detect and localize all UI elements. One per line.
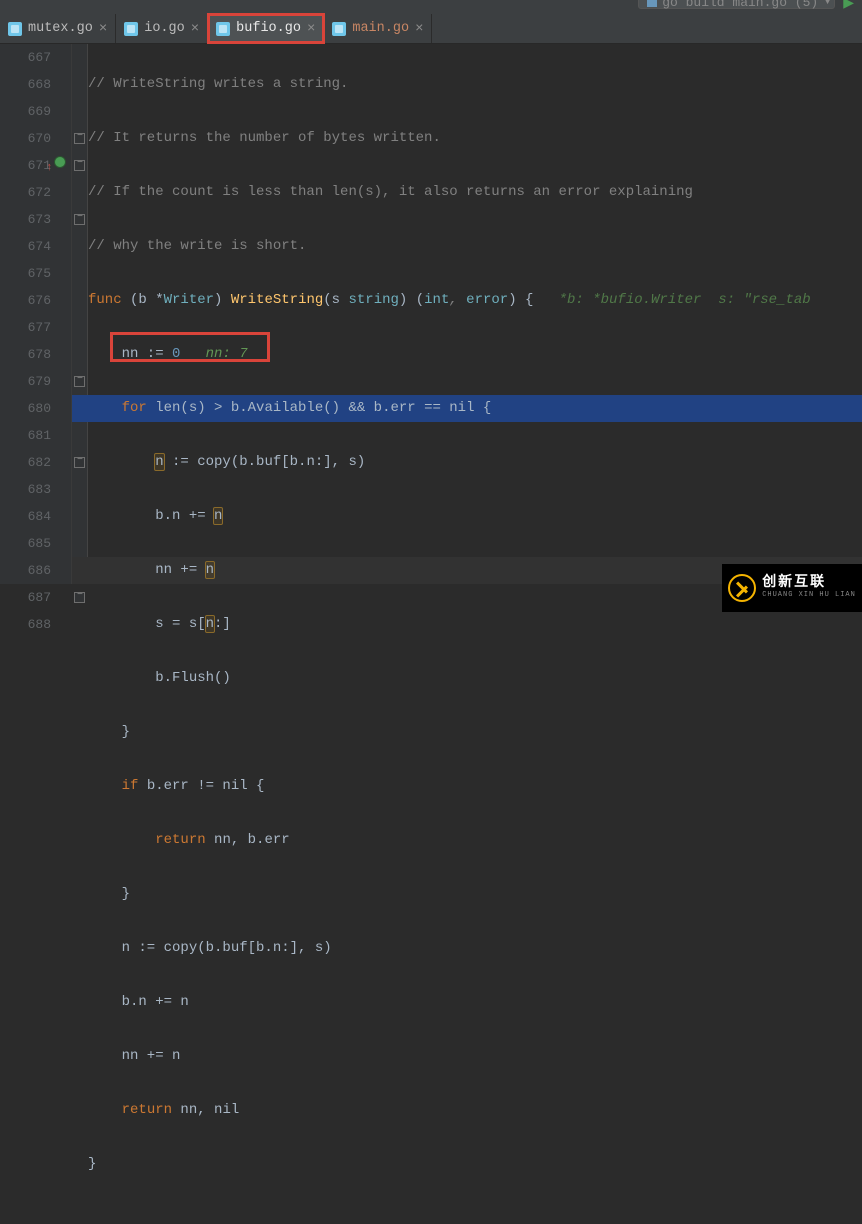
- code-line-highlighted: for len(s) > b.Available() && b.err == n…: [72, 395, 862, 422]
- code-line: }: [88, 719, 862, 746]
- code-line: // If the count is less than len(s), it …: [88, 179, 862, 206]
- code-area[interactable]: // WriteString writes a string. // It re…: [72, 44, 862, 584]
- go-file-icon: [124, 22, 138, 36]
- editor-tabs: mutex.go × io.go × bufio.go × main.go ×: [0, 14, 862, 44]
- line-number: 687: [0, 584, 51, 611]
- code-line: // why the write is short.: [88, 233, 862, 260]
- line-number-gutter: 667 668 669 670 671 ↑ 672 673 674 675 67…: [0, 44, 72, 584]
- breakpoint-icon[interactable]: ↑: [36, 156, 54, 174]
- tab-io[interactable]: io.go ×: [116, 14, 208, 43]
- code-line: [88, 1205, 862, 1224]
- go-file-icon: [8, 22, 22, 36]
- code-line: n := copy(b.buf[b.n:], s): [88, 935, 862, 962]
- line-number: 679: [0, 368, 51, 395]
- code-line: nn += n: [88, 1043, 862, 1070]
- line-number: 684: [0, 503, 51, 530]
- go-file-icon: [332, 22, 346, 36]
- tab-main[interactable]: main.go ×: [324, 14, 432, 43]
- line-number: 670: [0, 125, 51, 152]
- close-icon[interactable]: ×: [191, 21, 199, 37]
- code-editor[interactable]: 667 668 669 670 671 ↑ 672 673 674 675 67…: [0, 44, 862, 584]
- watermark-logo-icon: [728, 574, 756, 602]
- code-line: // WriteString writes a string.: [88, 71, 862, 98]
- line-number: 672: [0, 179, 51, 206]
- code-line: if b.err != nil {: [88, 773, 862, 800]
- code-line: n := copy(b.buf[b.n:], s): [88, 449, 862, 476]
- close-icon[interactable]: ×: [307, 21, 315, 37]
- chevron-down-icon: ▼: [825, 0, 830, 7]
- line-number: 676: [0, 287, 51, 314]
- tab-label: main.go: [352, 21, 409, 36]
- code-line: func (b *Writer) WriteString(s string) (…: [88, 287, 862, 314]
- tab-label: mutex.go: [28, 21, 93, 36]
- line-number: 686: [0, 557, 51, 584]
- line-number: 683: [0, 476, 51, 503]
- build-config-label: go build main.go (5): [662, 0, 818, 10]
- line-number: 682: [0, 449, 51, 476]
- line-number: 668: [0, 71, 51, 98]
- tab-mutex[interactable]: mutex.go ×: [0, 14, 116, 43]
- close-icon[interactable]: ×: [99, 21, 107, 37]
- line-number: 674: [0, 233, 51, 260]
- code-line: b.Flush(): [88, 665, 862, 692]
- close-icon[interactable]: ×: [415, 21, 423, 37]
- line-number: 685: [0, 530, 51, 557]
- code-line: }: [88, 1151, 862, 1178]
- line-number: 681: [0, 422, 51, 449]
- line-number: 675: [0, 260, 51, 287]
- line-number: 688: [0, 611, 51, 638]
- watermark-text-cn: 创新互联: [762, 576, 856, 591]
- tab-label: bufio.go: [236, 21, 301, 36]
- code-line: s = s[n:]: [88, 611, 862, 638]
- code-line: }: [88, 881, 862, 908]
- code-line: return nn, nil: [88, 1097, 862, 1124]
- code-line: b.n += n: [88, 989, 862, 1016]
- line-number: 677: [0, 314, 51, 341]
- line-number: 678: [0, 341, 51, 368]
- code-line: // It returns the number of bytes writte…: [88, 125, 862, 152]
- code-line: nn := 0 nn: 7: [88, 341, 862, 368]
- code-line: return nn, b.err: [88, 827, 862, 854]
- watermark: 创新互联 CHUANG XIN HU LIAN: [722, 564, 862, 612]
- line-number: 671 ↑: [0, 152, 51, 179]
- line-number: 667: [0, 44, 51, 71]
- build-config-dropdown[interactable]: go build main.go (5) ▼: [638, 0, 835, 9]
- go-file-icon: [647, 0, 657, 7]
- top-toolbar: go build main.go (5) ▼ ▶: [0, 0, 862, 14]
- line-number: 669: [0, 98, 51, 125]
- line-number: 680: [0, 395, 51, 422]
- code-line: b.n += n: [88, 503, 862, 530]
- tab-label: io.go: [144, 21, 185, 36]
- play-icon[interactable]: ▶: [843, 0, 854, 12]
- fold-toggle-icon[interactable]: [74, 592, 85, 603]
- line-number: 673: [0, 206, 51, 233]
- tab-bufio[interactable]: bufio.go ×: [208, 14, 324, 43]
- watermark-text-en: CHUANG XIN HU LIAN: [762, 592, 856, 600]
- go-file-icon: [216, 22, 230, 36]
